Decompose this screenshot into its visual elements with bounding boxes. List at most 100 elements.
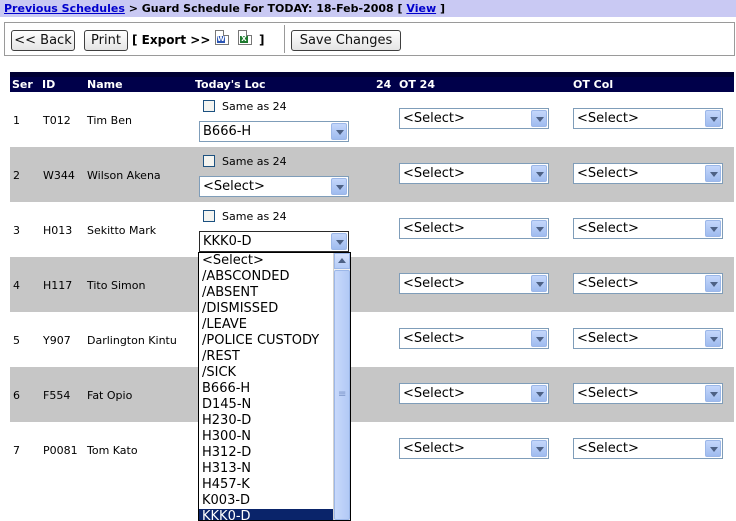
ot24-select[interactable]: <Select> [399, 218, 549, 239]
save-changes-button[interactable]: Save Changes [291, 30, 401, 51]
row-id: H013 [43, 224, 73, 237]
export-label: [ Export >> [132, 33, 211, 47]
otcol-select[interactable]: <Select> [573, 163, 723, 184]
otcol-select[interactable]: <Select> [573, 438, 723, 459]
chevron-down-icon[interactable] [705, 330, 721, 347]
dropdown-option[interactable]: /ABSENT [199, 285, 333, 301]
row-ser: 6 [13, 389, 20, 402]
col-header-name: Name [87, 78, 123, 91]
toolbar-divider [284, 25, 288, 53]
dropdown-option[interactable]: H300-N [199, 429, 333, 445]
otcol-value: <Select> [577, 441, 639, 456]
otcol-select[interactable]: <Select> [573, 328, 723, 349]
back-button[interactable]: << Back [11, 30, 75, 51]
chevron-down-icon[interactable] [705, 165, 721, 182]
ot24-select[interactable]: <Select> [399, 438, 549, 459]
dropdown-option[interactable]: <Select> [199, 253, 333, 269]
chevron-down-icon[interactable] [531, 220, 547, 237]
row-ser: 3 [13, 224, 20, 237]
chevron-down-icon[interactable] [705, 385, 721, 402]
row-ser: 7 [13, 444, 20, 457]
chevron-down-icon[interactable] [331, 123, 347, 140]
dropdown-option-highlighted[interactable]: KKK0-D [199, 509, 333, 520]
todays-loc-select[interactable]: <Select> [199, 176, 349, 197]
ot24-select[interactable]: <Select> [399, 383, 549, 404]
print-button[interactable]: Print [84, 30, 128, 51]
dropdown-scrollbar[interactable] [333, 253, 350, 520]
scroll-up-arrow-icon[interactable] [334, 253, 350, 269]
dropdown-option[interactable]: D145-N [199, 397, 333, 413]
dropdown-option[interactable]: /SICK [199, 365, 333, 381]
table-row: 6 F554 Fat Opio <Select> <Select> [10, 367, 734, 422]
row-name: Darlington Kintu [87, 334, 177, 347]
excel-spreadsheet-icon[interactable]: X [238, 30, 252, 45]
col-header-id: ID [42, 78, 56, 91]
ot24-value: <Select> [403, 221, 465, 236]
ot24-select[interactable]: <Select> [399, 328, 549, 349]
ot24-select[interactable]: <Select> [399, 163, 549, 184]
todays-loc-select[interactable]: B666-H [199, 121, 349, 142]
chevron-down-icon[interactable] [705, 220, 721, 237]
row-ser: 1 [13, 114, 20, 127]
dropdown-option[interactable]: /LEAVE [199, 317, 333, 333]
ot24-select[interactable]: <Select> [399, 273, 549, 294]
same-as-24-label: Same as 24 [222, 100, 287, 113]
same-as-24-checkbox[interactable] [203, 155, 215, 167]
todays-loc-value: KKK0-D [203, 234, 252, 249]
chevron-down-icon[interactable] [531, 165, 547, 182]
otcol-select[interactable]: <Select> [573, 273, 723, 294]
dropdown-option[interactable]: H313-N [199, 461, 333, 477]
row-id: F554 [43, 389, 71, 402]
otcol-select[interactable]: <Select> [573, 218, 723, 239]
otcol-value: <Select> [577, 166, 639, 181]
word-document-icon[interactable]: W [215, 30, 229, 45]
otcol-select[interactable]: <Select> [573, 383, 723, 404]
row-ser: 2 [13, 169, 20, 182]
todays-loc-value: B666-H [203, 124, 252, 139]
row-name: Tito Simon [87, 279, 146, 292]
chevron-down-icon[interactable] [531, 330, 547, 347]
page-title: Guard Schedule For TODAY: 18-Feb-2008 [ [141, 2, 407, 15]
previous-schedules-link[interactable]: Previous Schedules [4, 2, 125, 15]
col-header-otcol: OT Col [573, 78, 614, 91]
breadcrumb-close: ] [436, 2, 445, 15]
col-header-24: 24 [376, 78, 392, 91]
dropdown-option[interactable]: H457-K [199, 477, 333, 493]
view-link[interactable]: View [406, 2, 436, 15]
ot24-value: <Select> [403, 386, 465, 401]
ot24-value: <Select> [403, 441, 465, 456]
ot24-select[interactable]: <Select> [399, 108, 549, 129]
dropdown-option[interactable]: /DISMISSED [199, 301, 333, 317]
location-dropdown-list[interactable]: <Select> /ABSCONDED /ABSENT /DISMISSED /… [198, 252, 351, 521]
row-ser: 4 [13, 279, 20, 292]
dropdown-option[interactable]: /REST [199, 349, 333, 365]
otcol-value: <Select> [577, 276, 639, 291]
chevron-down-icon[interactable] [531, 110, 547, 127]
dropdown-option[interactable]: H312-D [199, 445, 333, 461]
chevron-down-icon[interactable] [331, 233, 347, 250]
chevron-down-icon[interactable] [531, 275, 547, 292]
row-id: Y907 [43, 334, 71, 347]
chevron-down-icon[interactable] [331, 178, 347, 195]
chevron-down-icon[interactable] [531, 385, 547, 402]
dropdown-option[interactable]: B666-H [199, 381, 333, 397]
dropdown-option[interactable]: /ABSCONDED [199, 269, 333, 285]
chevron-down-icon[interactable] [531, 440, 547, 457]
chevron-down-icon[interactable] [705, 440, 721, 457]
ot24-value: <Select> [403, 166, 465, 181]
scrollbar-thumb[interactable] [334, 270, 350, 520]
breadcrumb-separator: > [124, 2, 142, 15]
row-id: H117 [43, 279, 73, 292]
table-header: Ser ID Name Today's Loc 24 OT 24 OT Col [10, 77, 734, 92]
dropdown-option[interactable]: H230-D [199, 413, 333, 429]
otcol-value: <Select> [577, 386, 639, 401]
same-as-24-checkbox[interactable] [203, 210, 215, 222]
same-as-24-checkbox[interactable] [203, 100, 215, 112]
row-name: Tom Kato [87, 444, 138, 457]
otcol-select[interactable]: <Select> [573, 108, 723, 129]
todays-loc-select[interactable]: KKK0-D [199, 231, 349, 252]
dropdown-option[interactable]: /POLICE CUSTODY [199, 333, 333, 349]
chevron-down-icon[interactable] [705, 275, 721, 292]
chevron-down-icon[interactable] [705, 110, 721, 127]
dropdown-option[interactable]: K003-D [199, 493, 333, 509]
